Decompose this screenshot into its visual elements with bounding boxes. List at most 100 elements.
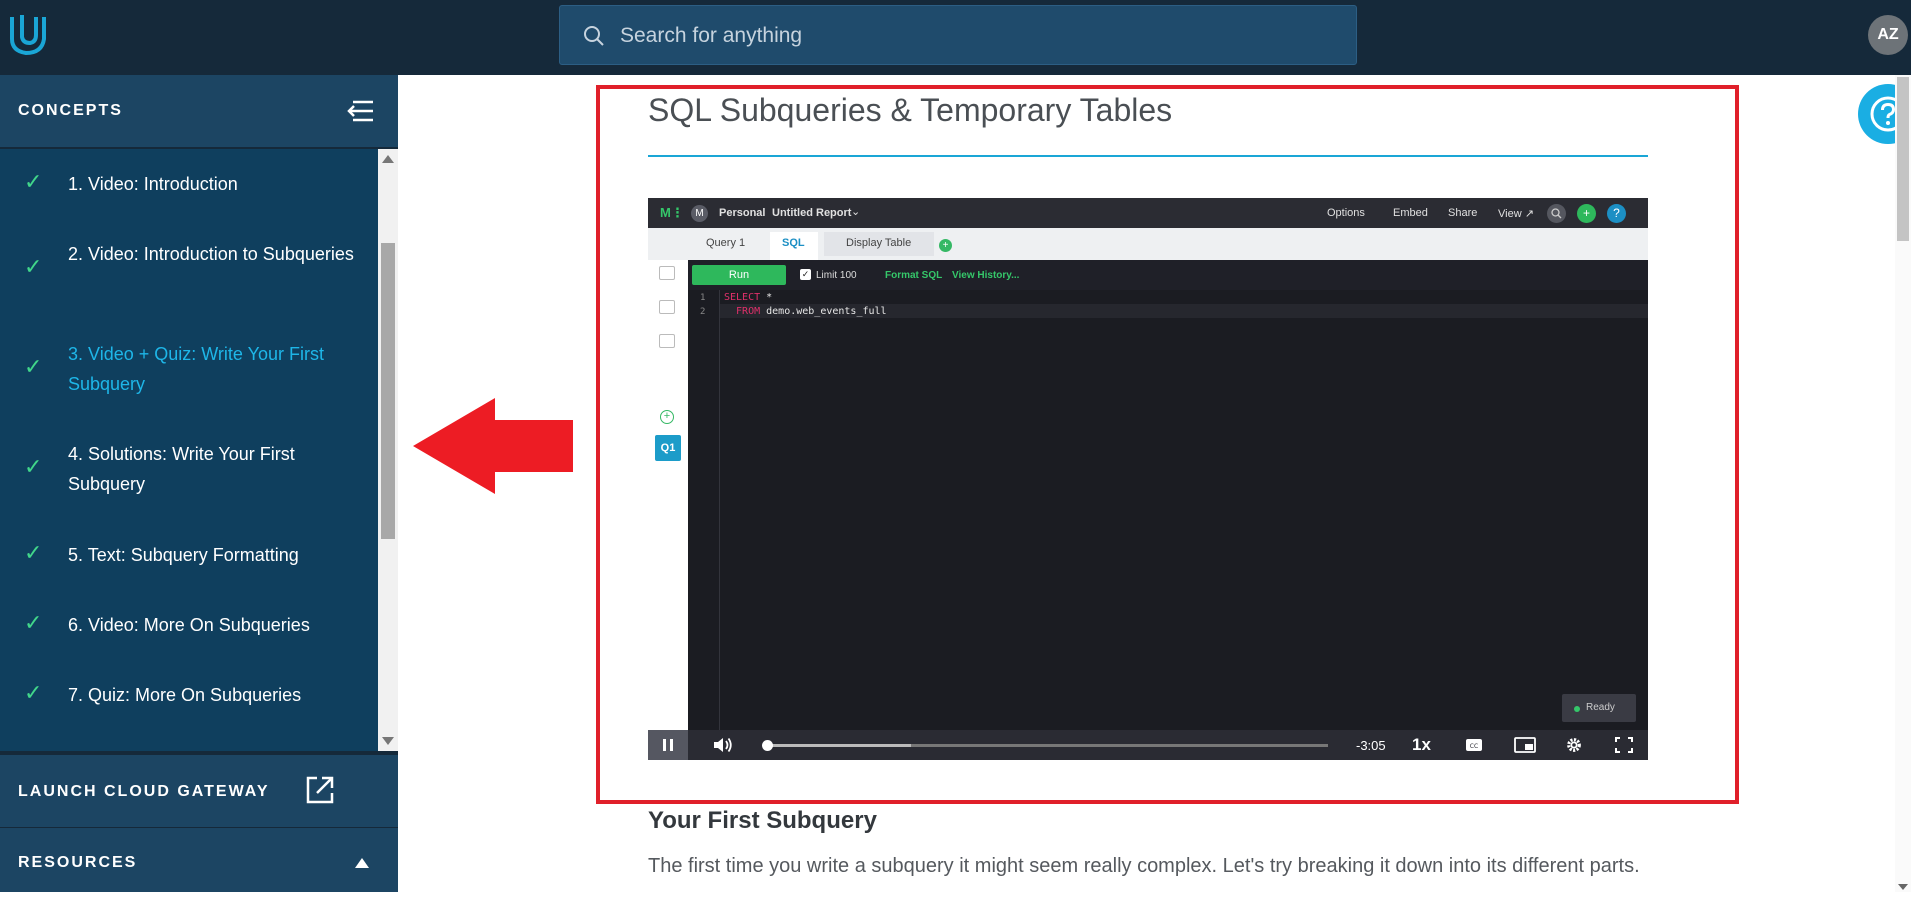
- top-bar: Search for anything AZ: [0, 0, 1911, 75]
- video-code-editor: 1 2 SELECT * FROM demo.web_events_full: [688, 290, 1648, 730]
- captions-icon[interactable]: CC: [1465, 737, 1483, 753]
- scroll-up-icon[interactable]: [382, 155, 394, 163]
- concept-label[interactable]: 3. Video + Quiz: Write Your First Subque…: [68, 339, 368, 399]
- check-icon: ✓: [24, 354, 43, 379]
- search-input[interactable]: Search for anything: [620, 24, 802, 48]
- progress-bar[interactable]: [762, 740, 1328, 751]
- external-link-icon: [306, 776, 334, 804]
- add-circle-icon: +: [660, 410, 674, 424]
- search-icon: [584, 26, 604, 46]
- check-icon: ✓: [24, 540, 43, 565]
- check-icon: ✓: [24, 680, 43, 705]
- section-paragraph: The first time you write a subquery it m…: [648, 855, 1640, 877]
- main-scrollbar[interactable]: [1895, 75, 1911, 892]
- limit-checkbox-icon: ✓: [800, 269, 811, 280]
- concept-label[interactable]: 7. Quiz: More On Subqueries: [68, 680, 368, 710]
- fullscreen-icon[interactable]: [1615, 737, 1633, 753]
- title-divider: [648, 155, 1648, 157]
- video-editor-toolbar: Run ✓ Limit 100 Format SQL View History.…: [688, 260, 1648, 290]
- time-remaining: -3:05: [1356, 738, 1386, 753]
- progress-knob[interactable]: [762, 740, 773, 751]
- help-icon: ?: [1607, 204, 1626, 223]
- check-icon: ✓: [24, 169, 43, 194]
- line-number: 2: [700, 307, 706, 317]
- workspace-label: Personal: [719, 207, 766, 219]
- check-icon: ✓: [24, 254, 43, 279]
- settings-gear-icon[interactable]: [1565, 737, 1583, 753]
- pause-button[interactable]: [648, 730, 688, 760]
- svg-text:CC: CC: [1470, 743, 1478, 750]
- mode-logo-icon: M⋮: [660, 205, 684, 220]
- launch-cloud-gateway-button[interactable]: LAUNCH CLOUD GATEWAY: [0, 755, 398, 827]
- resources-toggle[interactable]: RESOURCES: [0, 828, 398, 892]
- code-line-2: FROM demo.web_events_full: [724, 306, 887, 317]
- section-heading: Your First Subquery: [648, 807, 877, 834]
- picture-in-picture-icon[interactable]: [1514, 737, 1536, 753]
- page-title: SQL Subqueries & Temporary Tables: [648, 92, 1173, 128]
- workspace-icon: M: [691, 205, 708, 222]
- expand-icon: [659, 266, 675, 280]
- launch-label: LAUNCH CLOUD GATEWAY: [18, 783, 270, 800]
- sql-keyword: SELECT: [724, 292, 761, 303]
- check-icon: ✓: [24, 454, 43, 479]
- menu-options: Options: [1327, 207, 1365, 219]
- chevron-down-icon: ⌄: [851, 206, 861, 218]
- view-history-label: View History...: [952, 270, 1020, 281]
- run-button-in-video: Run: [692, 265, 786, 285]
- format-sql-label: Format SQL: [885, 270, 943, 281]
- resources-label: RESOURCES: [18, 854, 138, 871]
- video-left-rail: + Q1: [648, 260, 688, 730]
- volume-icon[interactable]: [712, 736, 734, 754]
- add-tab-icon: +: [939, 239, 952, 252]
- limit-label: Limit 100: [816, 270, 857, 281]
- concept-label[interactable]: 5. Text: Subquery Formatting: [68, 540, 368, 570]
- search-icon: [1547, 204, 1566, 223]
- checklist-icon: [659, 300, 675, 314]
- ready-label: Ready: [1586, 702, 1615, 713]
- avatar[interactable]: AZ: [1868, 15, 1908, 55]
- tab-display-table: Display Table: [846, 237, 912, 249]
- check-icon: ✓: [24, 610, 43, 635]
- add-icon: +: [1577, 204, 1596, 223]
- sidebar-scrollbar[interactable]: [378, 149, 398, 751]
- sql-keyword: FROM: [724, 306, 761, 317]
- sidebar-scroll-thumb[interactable]: [381, 243, 395, 539]
- udacity-logo-icon[interactable]: [6, 11, 50, 57]
- scroll-down-icon[interactable]: [1898, 884, 1908, 890]
- ready-status: Ready: [1562, 694, 1636, 722]
- tab-sql: SQL: [782, 237, 805, 249]
- search-bar[interactable]: Search for anything: [559, 5, 1357, 65]
- menu-embed: Embed: [1393, 207, 1428, 219]
- query-badge: Q1: [655, 435, 681, 461]
- report-title: Untitled Report: [772, 207, 852, 219]
- menu-share: Share: [1448, 207, 1478, 219]
- left-arrow-annotation-icon: [413, 398, 573, 494]
- line-number: 1: [700, 293, 706, 303]
- video-controls: -3:05 1x CC: [648, 730, 1648, 760]
- bottom-margin: [0, 892, 1911, 924]
- concept-label[interactable]: 6. Video: More On Subqueries: [68, 610, 368, 640]
- clipboard-icon: [659, 334, 675, 348]
- collapse-sidebar-icon[interactable]: [345, 97, 375, 125]
- concept-label[interactable]: 4. Solutions: Write Your First Subquery: [68, 439, 368, 499]
- code-line-1: SELECT *: [724, 292, 772, 303]
- menu-view: View ↗: [1498, 208, 1534, 220]
- sql-text: demo.web_events_full: [760, 306, 887, 317]
- playback-speed-button[interactable]: 1x: [1412, 735, 1431, 755]
- concepts-header: CONCEPTS: [0, 75, 398, 147]
- concept-label[interactable]: 1. Video: Introduction: [68, 169, 368, 199]
- scroll-down-icon[interactable]: [382, 737, 394, 745]
- page: Search for anything AZ CONCEPTS ✓ 1. Vid…: [0, 0, 1911, 924]
- concept-list: ✓ 1. Video: Introduction ✓ 2. Video: Int…: [0, 149, 378, 751]
- caret-up-icon: [355, 858, 369, 868]
- concepts-title: CONCEPTS: [18, 102, 123, 119]
- video-player[interactable]: M⋮ M Personal Untitled Report ⌄ Options …: [648, 198, 1648, 760]
- tab-query-1: Query 1: [706, 237, 746, 249]
- video-app-header: M⋮ M Personal Untitled Report ⌄ Options …: [648, 198, 1648, 228]
- concept-label[interactable]: 2. Video: Introduction to Subqueries: [68, 239, 368, 269]
- line-gutter: [688, 290, 720, 730]
- buffered-bar: [764, 744, 911, 747]
- main-scroll-thumb[interactable]: [1897, 77, 1909, 241]
- video-query-tabs: Query 1 SQL Display Table +: [648, 228, 1648, 260]
- sidebar: CONCEPTS ✓ 1. Video: Introduction ✓ 2. V…: [0, 75, 398, 892]
